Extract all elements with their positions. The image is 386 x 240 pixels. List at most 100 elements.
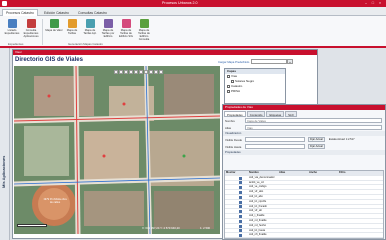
mapa-tarifas-edificio-consulta-button[interactable]: Mapa de Tarifas de Edificio Consulta — [135, 19, 153, 41]
mapa-de-tarifas-apl-button[interactable]: Mapa de Tarifas Apl. — [81, 19, 99, 39]
column-header[interactable]: Ancho — [309, 171, 339, 175]
tab-propiedades[interactable]: Propiedades — [224, 111, 246, 117]
column-header[interactable]: Mostrar — [225, 171, 239, 175]
consulta-expedientes-button[interactable]: Consulta Expedientes Aplicaciones — [22, 19, 40, 39]
refresh-icon[interactable] — [154, 70, 158, 74]
minimize-icon[interactable]: – — [363, 1, 369, 6]
current-scale: Escala Actual: 1:2.517 — [328, 138, 355, 141]
column-header[interactable]: Nombre — [249, 171, 279, 175]
show-checkbox[interactable] — [239, 191, 242, 195]
layer-item-prisa[interactable]: PRISA — [225, 89, 285, 94]
tab-edicion-catastro[interactable]: Edición Catastro — [40, 9, 73, 16]
layer-checkbox[interactable] — [231, 80, 234, 83]
layer-checkbox[interactable] — [227, 85, 230, 88]
listado-expedientes-button[interactable]: Listado Expedientes — [3, 19, 21, 39]
field-row-alias: Alias Vías — [223, 124, 385, 131]
table-cell — [239, 190, 249, 195]
table-cell — [309, 214, 339, 218]
building-icon — [121, 19, 131, 28]
group-separator — [42, 19, 43, 45]
zoom-in-icon[interactable] — [114, 70, 118, 74]
fullscreen-icon[interactable] — [159, 70, 163, 74]
search-input[interactable] — [251, 59, 287, 64]
measure-icon[interactable] — [134, 70, 138, 74]
table-cell — [239, 229, 249, 233]
show-checkbox[interactable] — [239, 176, 242, 180]
alias-field[interactable]: Vías — [245, 125, 382, 130]
mapa-de-tarifas-button[interactable]: Mapa de Tarifas — [63, 19, 81, 39]
show-checkbox[interactable] — [239, 181, 242, 185]
visible-hasta-field[interactable] — [245, 144, 305, 149]
nombre-field[interactable]: Capa de Viales — [245, 118, 382, 123]
table-cell — [279, 205, 309, 209]
layers-icon[interactable] — [149, 70, 153, 74]
tab-sld[interactable]: SLD — [285, 111, 297, 117]
layer-checkbox[interactable] — [227, 90, 230, 93]
maximize-icon[interactable]: □ — [370, 1, 376, 6]
show-checkbox[interactable] — [239, 234, 242, 238]
visible-desde-field[interactable] — [245, 137, 305, 142]
select-icon[interactable] — [129, 70, 133, 74]
tab-contenido[interactable]: Contenido — [246, 111, 266, 117]
table-cell: cód_vfr_alt — [249, 209, 262, 213]
table-cell — [309, 190, 339, 194]
show-checkbox[interactable] — [239, 210, 242, 214]
table-cell — [225, 233, 239, 237]
table-cell — [339, 233, 383, 237]
zoom-out-icon[interactable] — [119, 70, 123, 74]
column-header[interactable]: Filtro — [339, 171, 383, 175]
table-cell — [239, 233, 249, 238]
table-cell — [225, 185, 239, 189]
map-canvas[interactable] — [14, 66, 220, 234]
show-checkbox[interactable] — [239, 229, 242, 233]
table-cell — [239, 205, 249, 209]
show-checkbox[interactable] — [239, 200, 242, 204]
list-icon — [7, 19, 17, 28]
column-header[interactable] — [239, 171, 249, 175]
info-icon[interactable] — [139, 70, 143, 74]
table-cell: cód_vía_denominador — [249, 175, 275, 179]
search-button[interactable]: » — [287, 59, 293, 64]
mapa-tarifas-edificio-button[interactable]: Mapa de Tarifas por Edificio — [99, 19, 117, 39]
show-checkbox[interactable] — [239, 215, 242, 219]
table-cell — [309, 181, 339, 185]
table-cell: cód_t_finalde — [249, 214, 265, 218]
app-logo-icon — [2, 1, 7, 6]
page-title: Directorio GIS de Viales — [15, 57, 83, 63]
show-checkbox[interactable] — [239, 195, 242, 199]
map-view[interactable]: 1979 Prohibida obra de calles X: 615 397… — [14, 66, 220, 234]
table-cell — [339, 181, 383, 185]
sidebar[interactable]: Mis Aplicaciones — [0, 48, 10, 240]
tab-etiquetas[interactable]: Etiquetas — [266, 111, 285, 117]
search-doc-icon — [26, 19, 36, 28]
table-cell — [279, 219, 309, 223]
title-bar: Procesos Urbanos 2.0 – □ × — [0, 0, 386, 7]
table-cell — [239, 200, 249, 204]
field-label: Alias — [225, 125, 232, 130]
table-cell — [225, 176, 239, 180]
table-row[interactable]: cód_nft_finalde — [225, 233, 383, 238]
show-checkbox[interactable] — [239, 205, 242, 209]
fijar-actual-button[interactable]: Fijar Actual — [308, 137, 325, 142]
show-checkbox[interactable] — [239, 186, 242, 190]
pan-icon[interactable] — [124, 70, 128, 74]
table-cell — [279, 229, 309, 233]
props-section: Propiedades — [223, 150, 385, 155]
visible-desde-row: Visible Desde Fijar Actual Escala Actual… — [223, 136, 385, 143]
tab-procesos-catastro[interactable]: Procesos Catastro — [2, 9, 38, 16]
fijar-actual-button[interactable]: Fijar Actual — [308, 144, 325, 149]
layer-checkbox[interactable] — [227, 75, 230, 78]
mapa-de-valor-button[interactable]: Mapa de Valor — [45, 19, 63, 39]
table-cell — [279, 233, 309, 237]
show-checkbox[interactable] — [239, 224, 242, 228]
table-cell — [239, 219, 249, 223]
tab-consultas-catastro[interactable]: Consultas Catastro — [74, 9, 111, 16]
close-icon[interactable]: × — [377, 1, 383, 6]
show-checkbox[interactable] — [239, 219, 242, 223]
table-cell — [309, 233, 339, 237]
column-header[interactable]: Alias — [279, 171, 309, 175]
print-icon[interactable] — [144, 70, 148, 74]
field-label: Visible Hasta — [225, 144, 242, 149]
mapa-tarifas-edificio-sig-button[interactable]: Mapa de Tarifas de Edificio SIG — [117, 19, 135, 39]
load-map-link[interactable]: Cargar Mapa Predefinido — [218, 60, 249, 64]
